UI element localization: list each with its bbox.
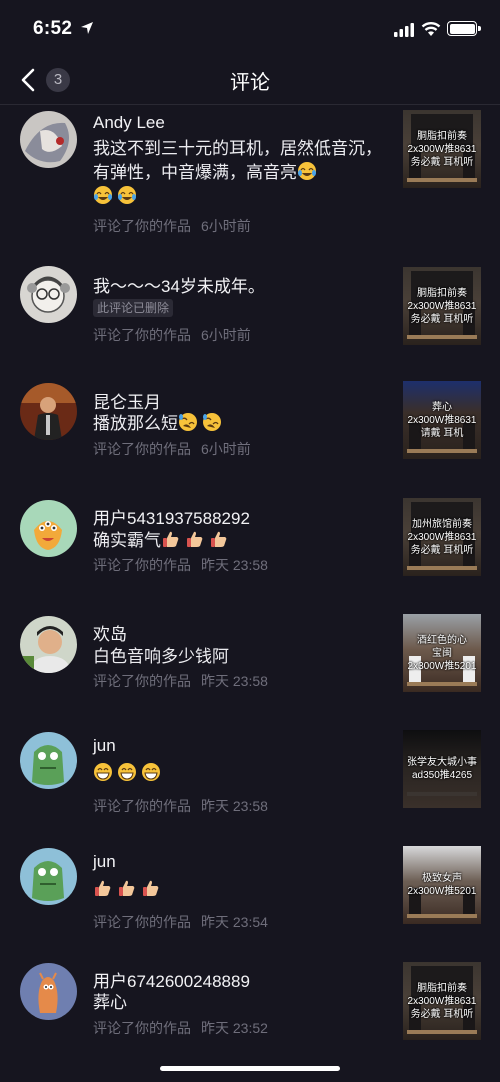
deleted-comment-tag: 此评论已删除 (93, 299, 174, 317)
thumbnail-caption: 胴脂扣前奏 2x300W推8631 务必戴 耳机听 (407, 131, 477, 168)
video-thumbnail[interactable]: 葬心 2x300W推8631 请戴 耳机 (403, 381, 481, 459)
thumbnail-caption: 胴脂扣前奏 2x300W推8631 务必戴 耳机听 (407, 288, 477, 325)
comment-text: 白色音响多少钱阿 (93, 647, 229, 666)
cellular-signal-icon (394, 23, 414, 37)
tears-of-joy-emoji-icon (298, 162, 316, 180)
username[interactable]: 用户5431937588292 (93, 504, 250, 529)
grinning-emoji-icon (94, 763, 112, 781)
avatar[interactable] (20, 963, 77, 1020)
thumbnail-caption: 胴脂扣前奏 2x300W推8631 务必戴 耳机听 (407, 983, 477, 1020)
comment-text: 播放那么短 (93, 412, 391, 436)
comment-meta: 评论了你的作品 6小时前 (93, 441, 251, 457)
comment-text (93, 762, 391, 786)
list-item[interactable]: 我～～～34岁未成年。 此评论已删除 评论了你的作品 6小时前 胴脂扣前奏 2x3… (0, 230, 500, 348)
grinning-emoji-icon (142, 763, 160, 781)
video-thumbnail[interactable]: 张学友大城小事 ad350推4265 (403, 730, 481, 808)
thumbnail-caption: 加州旅馆前奏 2x300W推8631 务必戴 耳机听 (407, 519, 477, 556)
username[interactable]: 昆仑玉月 (93, 388, 161, 413)
video-thumbnail[interactable]: 胴脂扣前奏 2x300W推8631 务必戴 耳机听 (403, 962, 481, 1040)
grinning-emoji-icon (118, 763, 136, 781)
home-indicator[interactable] (160, 1066, 340, 1071)
tears-of-joy-emoji-icon (94, 186, 112, 204)
comment-text: 确实霸气 (93, 529, 391, 553)
comment-list: Andy Lee 我这不到三十元的耳机，居然低音沉，有弹性，中音爆满，高音亮 评… (0, 105, 500, 1048)
rolling-laugh-emoji-icon (179, 413, 197, 431)
thumbnail-caption: 葬心 2x300W推8631 请戴 耳机 (407, 402, 477, 439)
username[interactable]: 欢岛 (93, 620, 127, 645)
list-item[interactable]: 欢岛 白色音响多少钱阿 评论了你的作品 昨天 23:58 酒红色的心 宝闽 2x3… (0, 580, 500, 696)
thumbs-up-emoji-icon (95, 880, 111, 896)
comment-text (93, 878, 391, 902)
avatar[interactable] (20, 732, 77, 789)
location-arrow-icon (81, 22, 93, 34)
thumbs-up-emoji-icon (163, 531, 179, 547)
thumbs-up-emoji-icon (143, 880, 159, 896)
rolling-laugh-emoji-icon (203, 413, 221, 431)
list-item[interactable]: Andy Lee 我这不到三十元的耳机，居然低音沉，有弹性，中音爆满，高音亮 评… (0, 105, 500, 234)
tears-of-joy-emoji-icon (118, 186, 136, 204)
list-item[interactable]: jun 评论了你的作品 昨天 23:54 极致女声 2x300W推5201 (0, 812, 500, 930)
thumbs-up-emoji-icon (119, 880, 135, 896)
comment-text: 我这不到三十元的耳机，居然低音沉，有弹性，中音爆满，高音亮 (93, 137, 391, 209)
comment-meta: 评论了你的作品 昨天 23:52 (93, 1020, 268, 1036)
page-title: 评论 (230, 72, 270, 94)
comment-meta: 评论了你的作品 昨天 23:58 (93, 673, 268, 689)
thumbnail-caption: 极致女声 2x300W推5201 (407, 873, 477, 897)
list-item[interactable]: 用户6742600248889 葬心 评论了你的作品 昨天 23:52 胴脂扣前奏… (0, 928, 500, 1048)
status-bar: 6:52 (0, 0, 500, 58)
thumbnail-caption: 酒红色的心 宝闽 2x300W推5201 (407, 635, 477, 672)
nav-bar: 3 评论 (0, 58, 500, 105)
username[interactable]: 用户6742600248889 (93, 967, 250, 992)
status-time: 6:52 (33, 18, 73, 39)
avatar[interactable] (20, 383, 77, 440)
battery-icon (447, 21, 481, 36)
list-item[interactable]: jun 评论了你的作品 昨天 23:58 张学友大城小事 ad350推4265 (0, 696, 500, 814)
comment-text: 葬心 (93, 993, 127, 1012)
video-thumbnail[interactable]: 胴脂扣前奏 2x300W推8631 务必戴 耳机听 (403, 110, 481, 188)
avatar[interactable] (20, 616, 77, 673)
username[interactable]: Andy Lee (93, 113, 165, 133)
avatar[interactable] (20, 266, 77, 323)
list-item[interactable]: 用户5431937588292 确实霸气 评论了你的作品 昨天 23:58 加州旅… (0, 464, 500, 580)
video-thumbnail[interactable]: 加州旅馆前奏 2x300W推8631 务必戴 耳机听 (403, 498, 481, 576)
avatar[interactable] (20, 500, 77, 557)
thumbs-up-emoji-icon (187, 531, 203, 547)
comment-meta: 评论了你的作品 6小时前 (93, 327, 251, 343)
wifi-icon (421, 22, 441, 36)
username[interactable]: jun (93, 736, 116, 756)
username[interactable]: 我～～～34岁未成年。 (93, 272, 265, 297)
list-item[interactable]: 昆仑玉月 播放那么短 评论了你的作品 6小时前 葬心 2x300W推8631 请戴… (0, 348, 500, 464)
thumbs-up-emoji-icon (211, 531, 227, 547)
username[interactable]: jun (93, 852, 116, 872)
video-thumbnail[interactable]: 酒红色的心 宝闽 2x300W推5201 (403, 614, 481, 692)
comment-meta: 评论了你的作品 昨天 23:58 (93, 557, 268, 573)
video-thumbnail[interactable]: 胴脂扣前奏 2x300W推8631 务必戴 耳机听 (403, 267, 481, 345)
avatar[interactable] (20, 848, 77, 905)
video-thumbnail[interactable]: 极致女声 2x300W推5201 (403, 846, 481, 924)
thumbnail-caption: 张学友大城小事 ad350推4265 (407, 757, 477, 781)
avatar[interactable] (20, 111, 77, 168)
